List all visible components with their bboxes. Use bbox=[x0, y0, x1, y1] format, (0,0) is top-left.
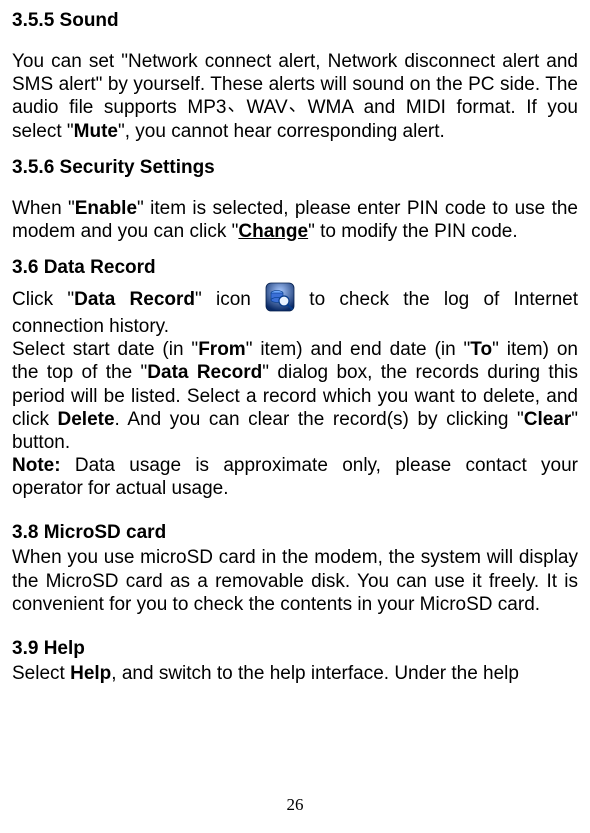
heading-help: 3.9 Help bbox=[12, 638, 578, 660]
bold-from: From bbox=[198, 339, 246, 360]
text: " icon bbox=[195, 289, 265, 310]
para-data-record-2: Select start date (in "From" item) and e… bbox=[12, 338, 578, 454]
para-data-record-note: Note: Data usage is approximate only, pl… bbox=[12, 454, 578, 500]
separator: 、 bbox=[227, 95, 245, 117]
para-help: Select Help, and switch to the help inte… bbox=[12, 662, 578, 685]
para-data-record-1: Click "Data Record" icon to check the lo… bbox=[12, 285, 578, 338]
data-record-icon bbox=[265, 282, 295, 312]
bold-data-record-2: Data Record bbox=[147, 362, 262, 383]
text: ", you cannot hear corresponding alert. bbox=[118, 121, 445, 142]
page-number: 26 bbox=[0, 795, 590, 815]
bold-to: To bbox=[470, 339, 492, 360]
text: WAV bbox=[246, 97, 287, 118]
heading-data-record: 3.6 Data Record bbox=[12, 257, 578, 279]
document-page: 3.5.5 Sound You can set "Network connect… bbox=[0, 0, 590, 833]
text: . And you can clear the record(s) by cli… bbox=[115, 409, 524, 430]
bold-delete: Delete bbox=[58, 409, 115, 430]
para-microsd: When you use microSD card in the modem, … bbox=[12, 546, 578, 616]
text: , and switch to the help interface. Unde… bbox=[111, 663, 519, 684]
text: " item) and end date (in " bbox=[246, 339, 471, 360]
bold-mute: Mute bbox=[74, 121, 118, 142]
text: " to modify the PIN code. bbox=[308, 221, 518, 242]
bold-enable: Enable bbox=[75, 198, 137, 219]
text: Data usage is approximate only, please c… bbox=[12, 455, 578, 499]
heading-microsd: 3.8 MicroSD card bbox=[12, 522, 578, 544]
para-sound: You can set "Network connect alert, Netw… bbox=[12, 50, 578, 143]
para-security: When "Enable" item is selected, please e… bbox=[12, 197, 578, 243]
bold-underline-change: Change bbox=[238, 221, 308, 242]
bold-note: Note: bbox=[12, 455, 61, 476]
bold-clear: Clear bbox=[524, 409, 572, 430]
heading-security: 3.5.6 Security Settings bbox=[12, 157, 578, 179]
text: Select start date (in " bbox=[12, 339, 198, 360]
heading-sound: 3.5.5 Sound bbox=[12, 10, 578, 32]
separator: 、 bbox=[289, 95, 307, 117]
bold-help: Help bbox=[70, 663, 111, 684]
text: When " bbox=[12, 198, 75, 219]
text: Click " bbox=[12, 289, 74, 310]
text: Select bbox=[12, 663, 70, 684]
bold-data-record: Data Record bbox=[74, 289, 195, 310]
